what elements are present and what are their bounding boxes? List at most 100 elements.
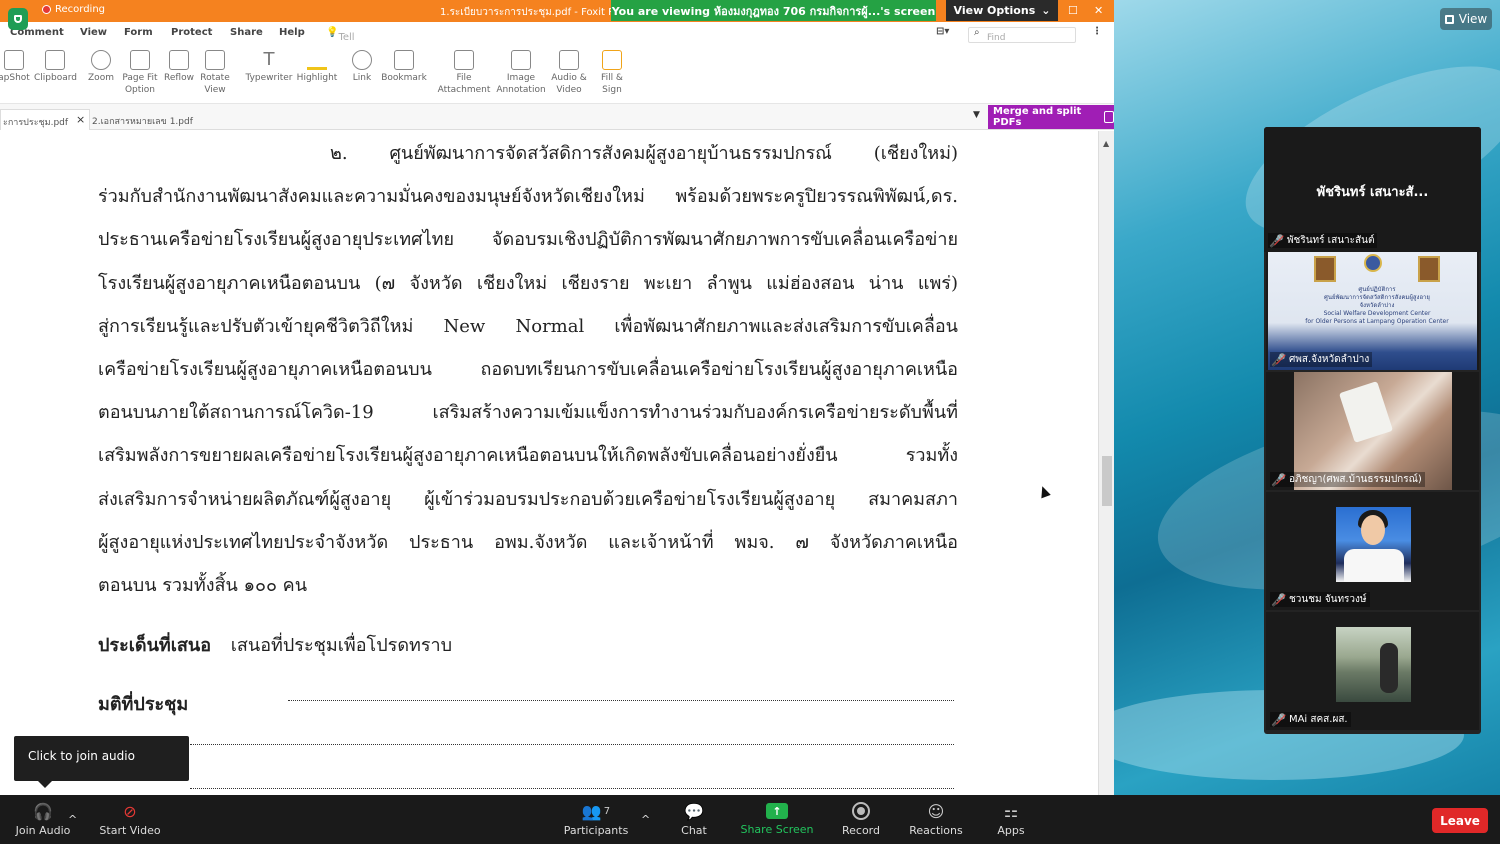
audio-video-button[interactable]: Audio & Video xyxy=(550,50,588,96)
muted-mic-icon: 🎤̸ xyxy=(1271,592,1286,607)
layout-icon[interactable]: ⊟▾ xyxy=(936,26,949,37)
menu-form[interactable]: Form xyxy=(124,27,153,38)
maximize-icon[interactable]: ☐ xyxy=(1068,4,1078,17)
paragraph-line: ผู้สูงอายุแห่งประเทศไทยประจำจังหวัด ประธ… xyxy=(98,531,958,553)
security-shield-icon xyxy=(8,8,28,30)
issue-label: ประเด็นที่เสนอ xyxy=(98,635,212,656)
participants-video-panel: พัชรินทร์ เสนาะสั... 🎤̸ พัชรินทร์ เสนาะสั… xyxy=(1264,127,1481,734)
participant-name: 🎤̸ ศพส.จังหวัดลำปาง xyxy=(1270,352,1373,367)
muted-mic-icon: 🎤̸ xyxy=(1271,352,1286,367)
reflow-button[interactable]: Reflow xyxy=(162,50,196,84)
fill-sign-icon xyxy=(602,50,622,70)
muted-mic-icon: 🎤̸ xyxy=(1271,472,1286,487)
participant-tile[interactable]: 🎤̸ ชวนชม จันทรวงษ์ xyxy=(1266,492,1479,610)
highlight-icon xyxy=(307,50,327,70)
participant-name: 🎤̸ พัชรินทร์ เสนาะสันต์ xyxy=(1268,233,1378,248)
share-screen-button[interactable]: ↑ Share Screen xyxy=(740,795,814,844)
participant-name: 🎤̸ อภิชญา(ศพส.บ้านธรรมปกรณ์) xyxy=(1270,472,1425,487)
paragraph-line: ตอนบนภายใต้สถานการณ์โควิด-19 เสริมสร้างค… xyxy=(98,402,958,424)
page-fit-option-button[interactable]: Page Fit Option xyxy=(120,50,160,96)
tab-list-dropdown-icon[interactable]: ▼ xyxy=(973,110,980,120)
link-button[interactable]: Link xyxy=(346,50,378,84)
typewriter-button[interactable]: T Typewriter xyxy=(242,50,296,84)
close-icon[interactable]: ✕ xyxy=(1094,4,1103,17)
dotted-line xyxy=(190,744,954,745)
clipboard-button[interactable]: Clipboard xyxy=(34,50,77,84)
paragraph-line: ๒. ศูนย์พัฒนาการจัดสวัสดิการสังคมผู้สูงอ… xyxy=(330,143,958,164)
vertical-scrollbar[interactable]: ▲ xyxy=(1098,131,1114,795)
highlight-button[interactable]: Highlight xyxy=(296,50,338,84)
participants-icon: 👥 7 xyxy=(581,801,611,821)
dotted-line xyxy=(190,788,954,789)
document-tab-bar: ะการประชุม.pdf × 2.เอกสารหมายเลข 1.pdf xyxy=(0,104,1114,130)
audio-options-caret-icon[interactable]: ^ xyxy=(68,795,77,844)
chat-button[interactable]: 💬 Chat xyxy=(672,795,716,844)
fill-sign-button[interactable]: Fill & Sign xyxy=(596,50,628,96)
menu-help[interactable]: Help xyxy=(279,27,305,38)
menu-protect[interactable]: Protect xyxy=(171,27,212,38)
merge-pdf-icon xyxy=(1104,111,1114,123)
paragraph-line: เสริมพลังการขยายผลเครือข่ายโรงเรียนผู้สู… xyxy=(98,445,958,467)
participant-tile[interactable]: 🎤̸ อภิชญา(ศพส.บ้านธรรมปกรณ์) xyxy=(1266,372,1479,490)
rotate-view-button[interactable]: Rotate View xyxy=(198,50,232,96)
participants-caret-icon[interactable]: ^ xyxy=(641,795,650,844)
link-icon xyxy=(352,50,372,70)
apps-button[interactable]: ⚏ Apps xyxy=(990,795,1032,844)
view-button[interactable]: View xyxy=(1440,8,1492,30)
scrollbar-thumb[interactable] xyxy=(1102,456,1112,506)
view-options-button[interactable]: View Options ⌄ xyxy=(946,0,1058,21)
headphones-icon: 🎧 xyxy=(33,801,53,821)
paragraph-line: ส่งเสริมการจำหน่ายผลิตภัณฑ์ผู้สูงอายุ ผู… xyxy=(98,488,958,510)
bookmark-button[interactable]: Bookmark xyxy=(380,50,428,84)
video-off-icon: ⊘ xyxy=(123,801,137,821)
typewriter-icon: T xyxy=(263,49,275,70)
recording-dot-icon xyxy=(42,5,51,14)
chat-icon: 💬 xyxy=(684,801,704,821)
participants-button[interactable]: 👥 7 Participants xyxy=(560,795,632,844)
muted-mic-icon: 🎤̸ xyxy=(1269,233,1284,248)
document-paragraph: ๒. ศูนย์พัฒนาการจัดสวัสดิการสังคมผู้สูงอ… xyxy=(98,134,958,609)
dotted-line xyxy=(288,700,954,701)
active-speaker-tile[interactable]: พัชรินทร์ เสนาะสั... 🎤̸ พัชรินทร์ เสนาะสั… xyxy=(1264,127,1481,252)
emblem-seal xyxy=(1364,254,1382,272)
menu-view[interactable]: View xyxy=(80,27,107,38)
scroll-up-icon[interactable]: ▲ xyxy=(1103,139,1109,148)
ribbon-toolbar: apShot Clipboard Zoom Page Fit Option Re… xyxy=(0,44,1114,104)
paragraph-line: ประธานเครือข่ายโรงเรียนผู้สูงอายุประเทศไ… xyxy=(98,229,958,251)
viewing-screen-banner: You are viewing ห้องมงกุฎทอง 706 กรมกิจก… xyxy=(611,0,936,21)
participant-name: 🎤̸ ชวนชม จันทรวงษ์ xyxy=(1270,592,1370,607)
search-icon: ⌕ xyxy=(974,27,980,38)
leave-button[interactable]: Leave xyxy=(1432,808,1488,833)
close-tab-icon[interactable]: × xyxy=(76,113,85,126)
issue-section: ประเด็นที่เสนอ เสนอที่ประชุมเพื่อโปรดทรา… xyxy=(98,630,452,659)
clipboard-icon xyxy=(45,50,65,70)
rotate-view-icon xyxy=(205,50,225,70)
paragraph-line: สู่การเรียนรู้และปรับตัวเข้ายุคชีวิตวิถี… xyxy=(98,315,958,337)
merge-split-button[interactable]: Merge and split PDFs xyxy=(988,105,1114,129)
portrait-frame xyxy=(1418,256,1440,282)
reactions-button[interactable]: ☺ Reactions xyxy=(904,795,968,844)
participant-name: 🎤̸ MAi สคส.ผส. xyxy=(1270,712,1351,727)
reflow-icon xyxy=(169,50,189,70)
image-annotation-icon xyxy=(511,50,531,70)
reactions-icon: ☺ xyxy=(927,801,945,821)
participant-tile[interactable]: 🎤̸ MAi สคส.ผส. xyxy=(1266,612,1479,730)
snapshot-button[interactable]: apShot xyxy=(0,50,30,84)
participant-tile[interactable]: ศูนย์ปฏิบัติการ ศูนย์พัฒนาการจัดสวัสดิกา… xyxy=(1266,252,1479,370)
snapshot-icon xyxy=(4,50,24,70)
start-video-button[interactable]: ⊘ Start Video xyxy=(96,795,164,844)
page-fit-icon xyxy=(130,50,150,70)
record-button[interactable]: Record xyxy=(836,795,886,844)
participant-video xyxy=(1336,627,1411,702)
resolution-section: มติที่ประชุม xyxy=(98,689,202,718)
menu-bar: Comment View Form Protect Share Help 💡 T… xyxy=(0,22,1114,54)
menu-share[interactable]: Share xyxy=(230,27,263,38)
foxit-window: Recording 1.ระเบียบวาระการประชุม.pdf - F… xyxy=(0,0,1114,795)
tell-me-input[interactable]: 💡 Tell me... xyxy=(326,27,364,54)
find-input[interactable]: Find xyxy=(968,27,1076,43)
zoom-button[interactable]: Zoom xyxy=(86,50,116,84)
tab-document-2[interactable]: 2.เอกสารหมายเลข 1.pdf xyxy=(92,114,193,128)
more-options-icon[interactable]: ⋮ xyxy=(1092,26,1102,37)
image-annotation-button[interactable]: Image Annotation xyxy=(494,50,548,96)
file-attachment-button[interactable]: File Attachment xyxy=(436,50,492,96)
